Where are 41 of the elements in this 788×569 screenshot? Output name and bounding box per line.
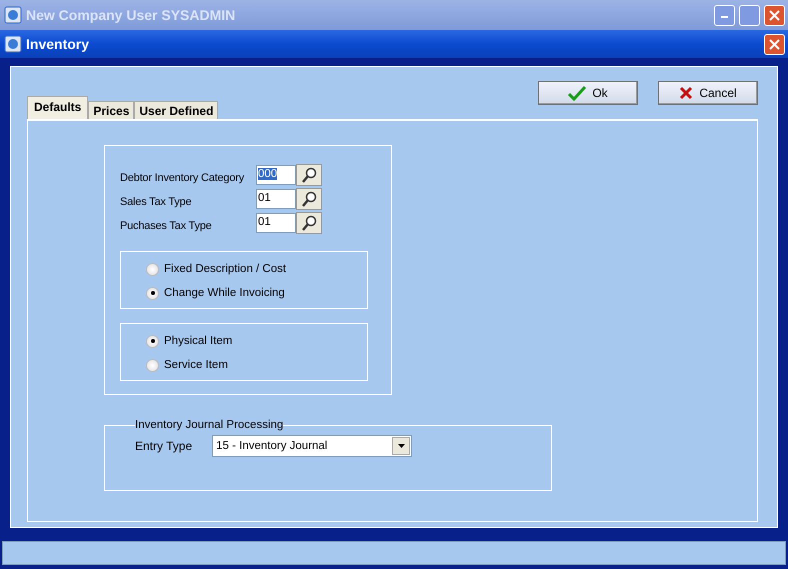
field-label: Entry Type [135,439,192,453]
input-field[interactable]: 000 [256,165,296,185]
magnifier-icon [301,167,317,183]
app-icon [4,6,22,24]
tab[interactable]: User Defined [134,101,218,119]
maximize-button[interactable] [739,4,760,26]
group-title: Inventory Journal Processing [135,419,284,431]
lookup-button[interactable] [296,212,322,234]
radio-icon[interactable] [146,334,159,348]
radio-option[interactable]: Fixed Description / Cost [146,262,367,276]
window-title: Inventory [26,36,90,52]
magnifier-icon [301,215,317,231]
radio-option[interactable]: Change While Invoicing [146,286,367,300]
magnifier-icon [301,191,317,207]
close-icon [769,38,780,50]
radio-option[interactable]: Service Item [146,358,367,372]
app-title: New Company User SYSADMIN [26,7,236,23]
check-icon [568,85,586,101]
cancel-button[interactable]: Cancel [658,81,758,105]
radio-icon[interactable] [146,262,159,276]
lookup-button[interactable] [296,164,322,186]
close-icon [679,86,694,100]
radio-icon[interactable] [146,286,159,300]
close-button[interactable] [764,4,785,26]
field-label: Sales Tax Type [120,195,192,208]
field-label: Debtor Inventory Category [120,171,246,184]
input-field[interactable]: 01 [256,189,296,209]
field-label: Puchases Tax Type [120,219,213,232]
ok-button[interactable]: Ok [538,81,638,105]
radio-icon[interactable] [146,358,159,372]
lookup-button[interactable] [296,188,322,210]
close-button[interactable] [764,34,785,54]
input-field[interactable]: 01 [256,213,296,233]
tab[interactable]: Prices [88,101,134,119]
caret-icon [398,444,405,448]
tab[interactable]: Defaults [27,96,88,119]
radio-option[interactable]: Physical Item [146,334,367,348]
close-icon [769,10,780,20]
dropdown-field[interactable]: 15 - Inventory Journal [212,435,412,457]
app-icon [4,35,22,53]
minimize-button[interactable] [714,4,735,26]
